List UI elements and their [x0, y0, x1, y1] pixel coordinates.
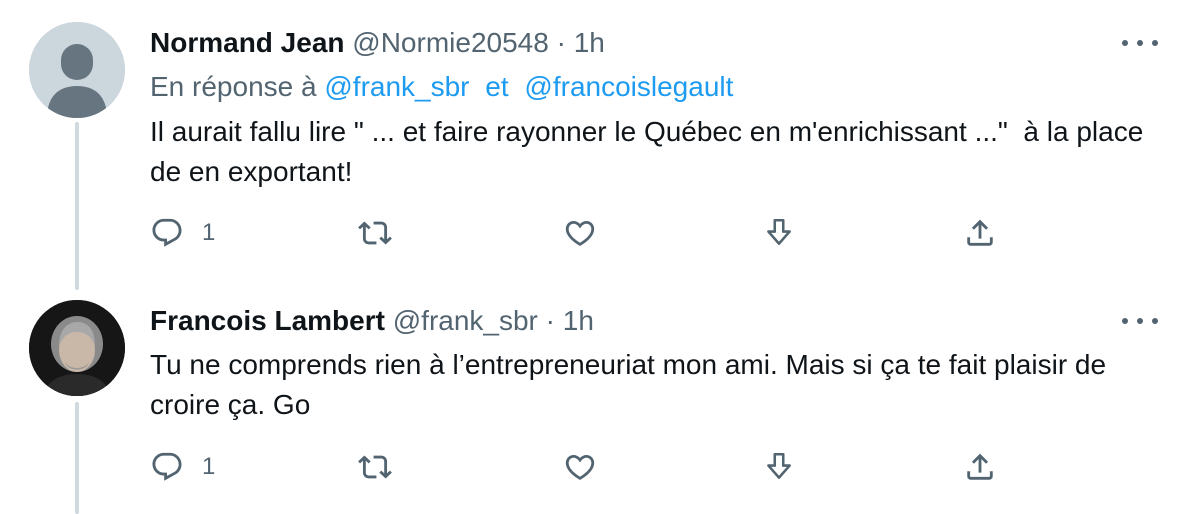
more-icon[interactable]: [1122, 33, 1158, 53]
tweet-text: Il aurait fallu lire " ... et faire rayo…: [150, 116, 1152, 187]
retweet-button[interactable]: [358, 450, 392, 484]
reply-button[interactable]: 1: [150, 216, 215, 250]
reply-count: 1: [202, 219, 216, 246]
share-button[interactable]: [963, 450, 997, 484]
share-icon: [967, 219, 993, 246]
download-arrow-icon: [767, 218, 791, 245]
thread-line: [75, 122, 79, 290]
tweet-actions: 1: [150, 216, 1010, 256]
reply-button[interactable]: 1: [150, 450, 215, 484]
reply-icon: [152, 452, 182, 481]
separator-dot: ·: [556, 27, 566, 58]
download-arrow-icon: [767, 452, 791, 479]
reply-prefix: En réponse à: [150, 71, 317, 102]
save-button[interactable]: [762, 216, 796, 250]
author-handle[interactable]: @frank_sbr: [393, 305, 538, 336]
tweet-time[interactable]: 1h: [563, 305, 594, 336]
reply-joiner: et: [485, 71, 509, 102]
heart-icon: [565, 220, 595, 246]
tweet-time[interactable]: 1h: [574, 27, 605, 58]
tweet-header: Normand Jean @Normie20548 · 1h: [150, 26, 605, 60]
avatar[interactable]: [29, 300, 125, 396]
reply-handle-link[interactable]: @frank_sbr: [324, 71, 469, 102]
save-button[interactable]: [762, 450, 796, 484]
profile-photo: [29, 300, 125, 396]
author-name[interactable]: Francois Lambert: [150, 305, 385, 336]
share-button[interactable]: [963, 216, 997, 250]
share-icon: [967, 453, 993, 480]
retweet-icon: [358, 221, 392, 245]
heart-icon: [565, 454, 595, 480]
reply-context: En réponse à @frank_sbr et @francoislega…: [150, 70, 733, 104]
tweet-text: Tu ne comprends rien à l’entrepreneuriat…: [150, 349, 1114, 420]
default-profile-icon: [29, 22, 125, 118]
like-button[interactable]: [563, 450, 597, 484]
separator-dot: ·: [545, 305, 555, 336]
reply-icon: [152, 218, 182, 247]
author-name[interactable]: Normand Jean: [150, 27, 345, 58]
retweet-button[interactable]: [358, 216, 392, 250]
avatar[interactable]: [29, 22, 125, 118]
retweet-icon: [358, 455, 392, 479]
author-handle[interactable]: @Normie20548: [352, 27, 549, 58]
thread-line: [75, 402, 79, 514]
reply-handle-link[interactable]: @francoislegault: [524, 71, 733, 102]
like-button[interactable]: [563, 216, 597, 250]
reply-count: 1: [202, 453, 216, 480]
tweet-actions: 1: [150, 450, 1010, 490]
tweet-header: Francois Lambert @frank_sbr · 1h: [150, 304, 594, 338]
more-icon[interactable]: [1122, 311, 1158, 331]
